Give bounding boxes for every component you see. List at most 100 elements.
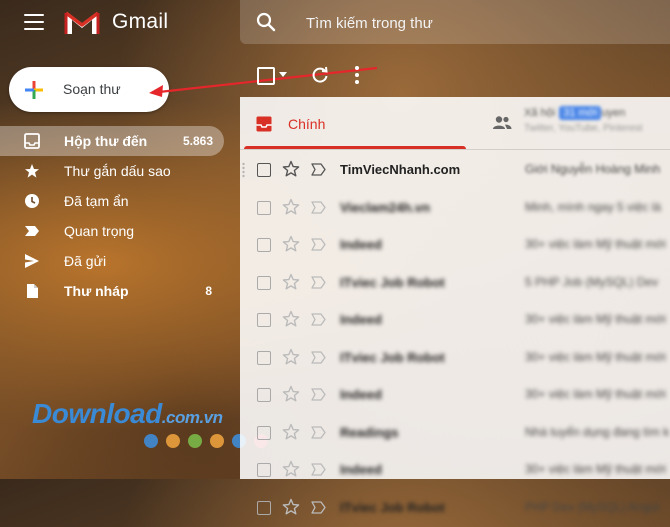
sidebar-item-label: Hộp thư đến [64,133,147,149]
email-row[interactable]: ITviec Job Robot 30+ việc làm Mỹ thuật mớ… [240,340,670,378]
important-marker-icon[interactable] [311,201,326,214]
email-row[interactable]: TimViecNhanh.com Giới Nguyễn Hoàng Minh [240,152,670,190]
category-tabs: Chính Xã hội31 mớiuyen Twitter, YouTube,… [240,97,670,150]
tab-primary[interactable]: Chính [240,97,468,149]
star-icon[interactable] [282,348,300,366]
email-row[interactable]: ITviec Job Robot 5 PHP Job (MySQL) Dev [240,265,670,303]
email-sender: TimViecNhanh.com [340,162,460,177]
watermark-dot [144,434,158,448]
email-checkbox[interactable] [257,238,271,252]
tab-social[interactable]: Xã hội31 mớiuyen Twitter, YouTube, Pinte… [524,107,670,143]
important-marker-icon[interactable] [311,351,326,364]
email-sender: Readings [340,425,399,440]
email-checkbox[interactable] [257,501,271,515]
watermark: Download.com.vn [32,398,223,430]
people-icon[interactable] [492,115,512,131]
email-snippet: 5 PHP Job (MySQL) Dev [525,275,670,289]
email-checkbox[interactable] [257,463,271,477]
email-checkbox[interactable] [257,201,271,215]
email-list-panel: Chính Xã hội31 mớiuyen Twitter, YouTube,… [240,97,670,479]
sidebar-item-label: Thư nháp [64,283,129,299]
inbox-icon [256,116,272,132]
email-snippet: 30+ việc làm Mỹ thuật mới [525,350,670,364]
email-checkbox[interactable] [257,388,271,402]
search-icon[interactable] [256,12,276,32]
more-options-icon[interactable] [355,66,359,84]
star-icon[interactable] [282,235,300,253]
email-row[interactable]: Indeed 30+ việc làm Mỹ thuật mới [240,377,670,415]
email-sender: ITviec Job Robot [340,500,445,515]
sidebar-item-important[interactable]: Quan trọng [0,216,230,246]
sidebar-item-label: Đã tạm ẩn [64,193,129,209]
important-icon [24,223,40,239]
email-snippet: 30+ việc làm Mỹ thuật mới [525,237,670,251]
inbox-icon [24,133,40,149]
email-snippet: Giới Nguyễn Hoàng Minh [525,162,670,176]
refresh-icon[interactable] [311,66,329,84]
main-menu-button[interactable] [24,14,44,30]
sidebar-item-inbox[interactable]: Hộp thư đến 5.863 [0,126,224,156]
draft-count: 8 [205,284,212,298]
sidebar-item-drafts[interactable]: Thư nháp 8 [0,276,230,306]
new-count-badge: 31 mới [559,106,601,120]
compose-label: Soạn thư [63,81,121,97]
star-icon [24,163,40,179]
email-snippet: Nhà tuyển dụng đang tìm kiếm [525,425,670,439]
email-sender: ITviec Job Robot [340,275,445,290]
important-marker-icon[interactable] [311,501,326,514]
select-all-checkbox[interactable] [257,67,275,85]
email-row[interactable]: Readings Nhà tuyển dụng đang tìm kiếm [240,415,670,453]
star-icon[interactable] [282,198,300,216]
email-snippet: Minh, mình ngay 5 việc là [525,200,670,214]
email-sender: ITviec Job Robot [340,350,445,365]
watermark-dot [188,434,202,448]
star-icon[interactable] [282,460,300,478]
important-marker-icon[interactable] [311,276,326,289]
watermark-dot [210,434,224,448]
sidebar-item-starred[interactable]: Thư gắn dấu sao [0,156,230,186]
email-checkbox[interactable] [257,163,271,177]
drag-handle-icon[interactable] [242,162,245,178]
star-icon[interactable] [282,423,300,441]
unread-count: 5.863 [183,134,213,148]
star-icon[interactable] [282,498,300,516]
star-icon[interactable] [282,385,300,403]
email-row[interactable]: Indeed30+ việc làm Mỹ thuật mới [240,302,670,340]
sidebar-item-snoozed[interactable]: Đã tạm ẩn [0,186,230,216]
email-sender: Indeed [340,387,382,402]
important-marker-icon[interactable] [311,463,326,476]
email-sender: Indeed [340,462,382,477]
email-row[interactable]: ITviec Job Robot PHP Dev (MySQL) Angul [240,490,670,527]
email-list: TimViecNhanh.com Giới Nguyễn Hoàng Minh Vi… [240,152,670,527]
email-sender: Vieclam24h.vn [340,200,430,215]
active-tab-indicator [244,146,466,149]
email-checkbox[interactable] [257,276,271,290]
important-marker-icon[interactable] [311,426,326,439]
plus-icon [23,79,45,101]
email-checkbox[interactable] [257,313,271,327]
star-icon[interactable] [282,273,300,291]
sidebar-item-label: Đã gửi [64,253,106,269]
email-row[interactable]: Indeed30+ việc làm Mỹ thuật mới [240,452,670,490]
important-marker-icon[interactable] [311,163,326,176]
important-marker-icon[interactable] [311,238,326,251]
email-snippet: 30+ việc làm Mỹ thuật mới [525,312,670,326]
search-input[interactable] [304,10,648,36]
important-marker-icon[interactable] [311,388,326,401]
email-row[interactable]: Indeed30+ việc làm Mỹ thuật mới [240,227,670,265]
star-icon[interactable] [282,310,300,328]
email-checkbox[interactable] [257,351,271,365]
email-snippet: PHP Dev (MySQL) Angul [525,500,670,514]
important-marker-icon[interactable] [311,313,326,326]
select-dropdown-caret-icon[interactable] [279,72,287,77]
sidebar-item-sent[interactable]: Đã gửi [0,246,230,276]
star-icon[interactable] [282,160,300,178]
email-row[interactable]: Vieclam24h.vn Minh, mình ngay 5 việc là [240,190,670,228]
sidebar-item-label: Thư gắn dấu sao [64,163,171,179]
watermark-dot [166,434,180,448]
email-checkbox[interactable] [257,426,271,440]
email-snippet: 30+ việc làm Mỹ thuật mới [525,387,670,401]
tab-social-senders: Twitter, YouTube, Pinterest [524,123,670,134]
search-bar[interactable] [240,0,670,44]
watermark-main: Download [32,398,162,429]
